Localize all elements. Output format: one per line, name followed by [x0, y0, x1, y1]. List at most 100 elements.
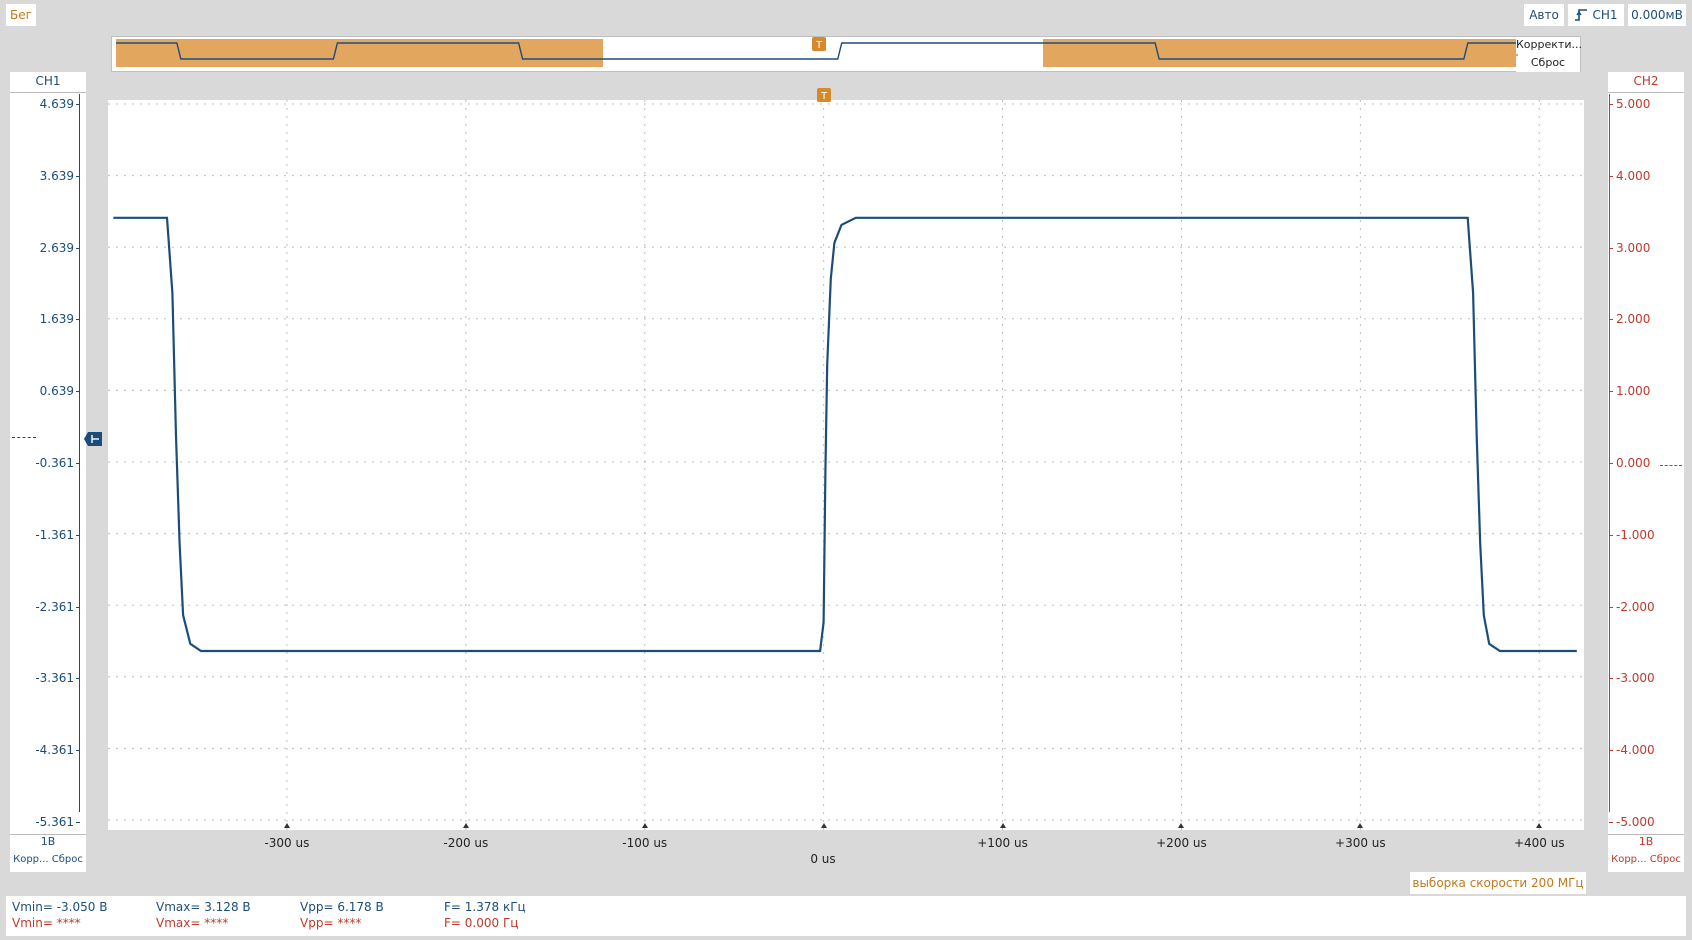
- ch2-correction[interactable]: Корр... Сброс: [1608, 854, 1684, 870]
- ch2-tick-mark: [1609, 247, 1613, 249]
- trigger-source-button[interactable]: CH1: [1568, 4, 1624, 26]
- trigger-mode-button[interactable]: Авто: [1524, 4, 1564, 26]
- ch2-tick-mark: [1609, 678, 1613, 680]
- overview-correction-button[interactable]: Корректи...: [1516, 38, 1582, 54]
- time-axis-label: +300 us: [1335, 836, 1386, 850]
- trigger-source-label: CH1: [1592, 8, 1618, 22]
- ch1-tick-label: -5.361: [35, 815, 74, 829]
- ch2-tick-label: 4.000: [1616, 168, 1651, 183]
- ch1-reset-label[interactable]: Сброс: [52, 854, 83, 865]
- ch1-vmax: Vmax= 3.128 В: [156, 900, 251, 914]
- trigger-marker-icon[interactable]: T: [817, 88, 831, 104]
- ch2-tick-label: 2.000: [1616, 312, 1651, 327]
- ch1-tick-mark: [76, 247, 80, 249]
- ch2-axis-panel: CH2 5.000 4.000 3.000 2.000 1.000 0.000 -1.000…: [1608, 72, 1684, 872]
- ch2-axis-line: [1609, 94, 1610, 812]
- ch1-tick-label: -4.361: [35, 743, 74, 758]
- ch2-corr-label[interactable]: Корр...: [1611, 854, 1646, 865]
- time-axis-tick: [1357, 823, 1364, 828]
- ch2-vpp: Vpp= ****: [300, 916, 362, 930]
- ch1-title[interactable]: CH1: [10, 74, 86, 93]
- ch1-tick-label: 2.639: [39, 240, 74, 255]
- ch2-reset-label[interactable]: Сброс: [1650, 854, 1681, 865]
- ch2-scale[interactable]: 1В: [1608, 834, 1684, 853]
- ch2-tick-mark: [1609, 319, 1613, 321]
- overview-trigger-marker[interactable]: T: [812, 37, 826, 51]
- ch1-tick-mark: [76, 175, 80, 177]
- ch1-tick-mark: [76, 104, 80, 105]
- ch2-tick-mark: [1609, 104, 1613, 105]
- ch1-tick-label: -1.361: [35, 527, 74, 542]
- time-center-label: 0 us: [810, 852, 836, 866]
- ch1-correction[interactable]: Корр... Сброс: [10, 854, 86, 870]
- ch1-tick-label: -2.361: [35, 599, 74, 614]
- ch2-tick-label: 5.000: [1616, 97, 1651, 111]
- ch2-title[interactable]: CH2: [1608, 74, 1684, 93]
- ch1-tick-mark: [76, 750, 80, 752]
- ch1-scale[interactable]: 1В: [10, 834, 86, 853]
- time-axis-label: +400 us: [1513, 836, 1565, 850]
- ch1-tick-mark: [76, 391, 80, 393]
- time-axis-label: -300 us: [264, 836, 310, 850]
- ch1-tick-mark: [76, 534, 80, 536]
- ch2-tick-mark: [1609, 750, 1613, 752]
- time-axis-tick: [641, 823, 648, 828]
- ch2-tick-label: -5.000: [1616, 815, 1655, 829]
- run-button[interactable]: Бег: [6, 4, 36, 26]
- ch2-tick-label: -3.000: [1616, 671, 1655, 686]
- time-axis-label: -100 us: [622, 836, 668, 850]
- ch1-ground-line: [12, 437, 36, 438]
- ch2-tick-label: 0.000: [1616, 456, 1651, 470]
- ch1-tick-label: 1.639: [39, 312, 74, 327]
- ch2-tick-label: -1.000: [1616, 527, 1655, 542]
- time-axis-label: +200 us: [1156, 836, 1207, 850]
- waveform-overview[interactable]: T: [111, 36, 1581, 72]
- ch1-corr-label[interactable]: Корр...: [13, 854, 48, 865]
- svg-text:T: T: [820, 91, 828, 102]
- ch1-tick-label: -0.361: [35, 456, 74, 470]
- ch1-trace: [113, 216, 1577, 653]
- ch2-tick-label: 3.000: [1616, 240, 1651, 255]
- time-axis-tick: [820, 823, 827, 828]
- ch2-ground-line: [1660, 465, 1682, 466]
- ch1-tick-label: 3.639: [39, 168, 74, 183]
- ch2-tick-mark: [1609, 175, 1613, 177]
- ch2-tick-mark: [1609, 606, 1613, 608]
- waveform-plot[interactable]: [108, 100, 1584, 830]
- ch1-vmin: Vmin= -3.050 В: [12, 900, 108, 914]
- time-axis-tick: [283, 823, 290, 828]
- ch2-vmax: Vmax= ****: [156, 916, 229, 930]
- measurements-panel: Vmin= -3.050 В Vmax= 3.128 В Vpp= 6.178 …: [6, 896, 1686, 936]
- ch1-tick-mark: [76, 463, 80, 464]
- ch1-tick-mark: [76, 678, 80, 680]
- ch1-tick-mark: [76, 822, 80, 823]
- trigger-level-button[interactable]: 0.000мВ: [1628, 4, 1686, 26]
- ch1-freq: F= 1.378 кГц: [444, 900, 526, 914]
- ch1-tick-label: -3.361: [35, 671, 74, 686]
- ch1-offset-marker[interactable]: [84, 430, 104, 448]
- waveform-plot-area[interactable]: [108, 100, 1584, 830]
- svg-text:T: T: [815, 40, 823, 51]
- ch2-tick-label: -2.000: [1616, 599, 1655, 614]
- ch2-tick-mark: [1609, 534, 1613, 536]
- ch2-tick-mark: [1609, 391, 1613, 393]
- ch2-vmin: Vmin= ****: [12, 916, 81, 930]
- ch2-freq: F= 0.000 Гц: [444, 916, 519, 930]
- ch1-axis-line: [79, 94, 80, 812]
- ch2-tick-mark: [1609, 463, 1613, 464]
- time-axis-tick: [1178, 823, 1185, 828]
- ch1-vpp: Vpp= 6.178 В: [300, 900, 384, 914]
- time-axis-tick: [999, 823, 1006, 828]
- ch2-tick-label: -4.000: [1616, 743, 1655, 758]
- sample-rate-label: выборка скорости 200 МГц: [1410, 872, 1586, 894]
- time-axis-label: -200 us: [443, 836, 489, 850]
- ch1-tick-mark: [76, 319, 80, 321]
- ch1-axis-panel: CH1 4.639 3.639 2.639 1.639 0.639 -0.361 -1.36…: [10, 72, 86, 872]
- ch1-tick-mark: [76, 606, 80, 608]
- time-axis-tick: [462, 823, 469, 828]
- ch1-tick-label: 0.639: [39, 384, 74, 399]
- ch2-tick-mark: [1609, 822, 1613, 823]
- ch1-tick-label: 4.639: [39, 97, 74, 111]
- overview-reset-button[interactable]: Сброс: [1516, 56, 1580, 72]
- time-axis-tick: [1536, 823, 1543, 828]
